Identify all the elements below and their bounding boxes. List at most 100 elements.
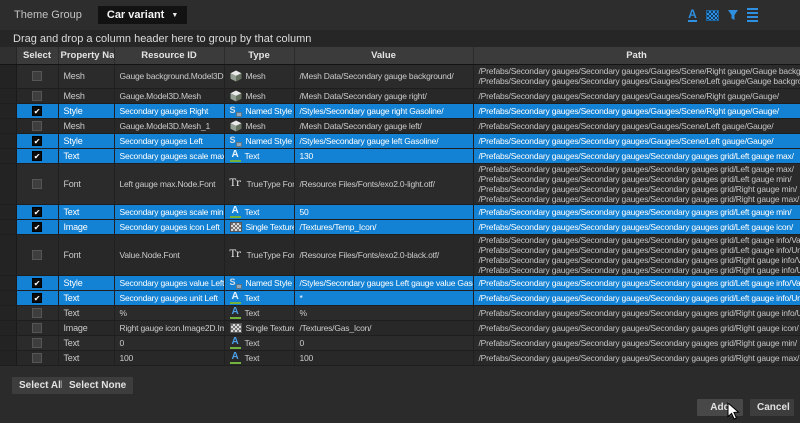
row-gutter	[0, 219, 16, 234]
value-cell: /Styles/Secondary gauges Left gauge valu…	[294, 275, 473, 290]
value-cell: /Resource Files/Fonts/exo2.0-light.otf/	[294, 163, 473, 204]
value-cell: /Mesh Data/Secondary gauge background/	[294, 64, 473, 88]
table-row[interactable]: FontLeft gauge max.Node.FontTrTrueType F…	[0, 163, 800, 204]
type-cell: SNamed Style	[224, 133, 294, 148]
select-cell	[16, 163, 58, 204]
row-checkbox[interactable]: ✔	[32, 293, 42, 303]
row-gutter	[0, 118, 16, 133]
table-row[interactable]: MeshGauge.Model3D.Mesh_1Mesh/Mesh Data/S…	[0, 118, 800, 133]
row-checkbox[interactable]: ✔	[32, 136, 42, 146]
type-cell: Mesh	[224, 118, 294, 133]
path-cell: /Prefabs/Secondary gauges/Secondary gaug…	[473, 335, 800, 350]
row-checkbox[interactable]	[32, 179, 42, 189]
value-cell: 50	[294, 204, 473, 219]
mesh-icon	[230, 120, 242, 132]
select-none-button[interactable]: Select None	[62, 377, 133, 394]
row-gutter	[0, 64, 16, 88]
select-cell	[16, 234, 58, 275]
toolbar-icons: A	[685, 8, 760, 22]
row-checkbox[interactable]: ✔	[32, 278, 42, 288]
table-row[interactable]: ✔ImageSecondary gauges icon LeftSingle T…	[0, 219, 800, 234]
path-cell: /Prefabs/Secondary gauges/Secondary gaug…	[473, 234, 800, 275]
resource-id-cell: Secondary gauges Right	[114, 103, 224, 118]
column-header-path[interactable]: Path	[473, 47, 800, 64]
row-checkbox[interactable]: ✔	[32, 222, 42, 232]
resource-id-cell: Gauge.Model3D.Mesh_1	[114, 118, 224, 133]
value-cell: 100	[294, 350, 473, 365]
path-cell: /Prefabs/Secondary gauges/Secondary gaug…	[473, 163, 800, 204]
property-name-cell: Text	[58, 335, 114, 350]
property-name-cell: Image	[58, 320, 114, 335]
column-header-type[interactable]: Type	[224, 47, 294, 64]
table-row[interactable]: ✔TextSecondary gauges scale min LeftATex…	[0, 204, 800, 219]
path-cell: /Prefabs/Secondary gauges/Secondary gaug…	[473, 64, 800, 88]
column-header-property-name[interactable]: Property Name	[58, 47, 114, 64]
resource-id-cell: 0	[114, 335, 224, 350]
select-cell: ✔	[16, 148, 58, 163]
row-checkbox[interactable]	[32, 71, 42, 81]
table-row[interactable]: ✔TextSecondary gauges unit LeftAText*/Pr…	[0, 290, 800, 305]
single-texture-icon	[230, 323, 242, 333]
group-by-bar[interactable]: Drag and drop a column header here to gr…	[0, 30, 800, 47]
row-gutter	[0, 204, 16, 219]
table-row[interactable]: ✔TextSecondary gauges scale max LeftATex…	[0, 148, 800, 163]
value-cell: /Textures/Gas_Icon/	[294, 320, 473, 335]
property-name-cell: Mesh	[58, 88, 114, 103]
row-checkbox[interactable]	[32, 250, 42, 260]
select-cell	[16, 335, 58, 350]
row-checkbox[interactable]	[32, 91, 42, 101]
resource-id-cell: 100	[114, 350, 224, 365]
row-gutter	[0, 163, 16, 204]
table-row[interactable]: ✔StyleSecondary gauges LeftSNamed Style/…	[0, 133, 800, 148]
path-cell: /Prefabs/Secondary gauges/Secondary gaug…	[473, 305, 800, 320]
row-checkbox[interactable]: ✔	[32, 151, 42, 161]
table-row[interactable]: MeshGauge background.Model3D.MeshMesh/Me…	[0, 64, 800, 88]
column-header-select[interactable]: Select	[16, 47, 58, 64]
row-checkbox[interactable]	[32, 353, 42, 363]
type-cell: TrTrueType Font	[224, 234, 294, 275]
row-checkbox[interactable]	[32, 121, 42, 131]
value-cell: /Resource Files/Fonts/exo2.0-black.otf/	[294, 234, 473, 275]
value-cell: 0	[294, 335, 473, 350]
cancel-button[interactable]: Cancel	[750, 399, 794, 416]
table-row[interactable]: ✔StyleSecondary gauges RightSNamed Style…	[0, 103, 800, 118]
table-row[interactable]: FontValue.Node.FontTrTrueType Font/Resou…	[0, 234, 800, 275]
table-row[interactable]: MeshGauge.Model3D.MeshMesh/Mesh Data/Sec…	[0, 88, 800, 103]
table-row[interactable]: Text0AText0/Prefabs/Secondary gauges/Sec…	[0, 335, 800, 350]
font-tool-icon[interactable]: A	[685, 8, 700, 22]
property-name-cell: Style	[58, 275, 114, 290]
text-icon: A	[230, 307, 241, 319]
row-checkbox[interactable]	[32, 308, 42, 318]
path-cell: /Prefabs/Secondary gauges/Secondary gaug…	[473, 148, 800, 163]
table-row[interactable]: ImageRight gauge icon.Image2D.ImageSingl…	[0, 320, 800, 335]
row-checkbox[interactable]: ✔	[32, 207, 42, 217]
table-row[interactable]: ✔StyleSecondary gauges value LeftSNamed …	[0, 275, 800, 290]
select-cell: ✔	[16, 133, 58, 148]
row-gutter	[0, 350, 16, 365]
texture-tool-icon[interactable]	[705, 8, 720, 22]
column-header-value[interactable]: Value	[294, 47, 473, 64]
filter-tool-icon[interactable]	[725, 8, 740, 22]
mapping-table: SelectProperty NameResource IDTypeValueP…	[0, 47, 800, 366]
table-header-row: SelectProperty NameResource IDTypeValueP…	[0, 47, 800, 64]
row-gutter	[0, 305, 16, 320]
resource-id-cell: Secondary gauges value Left	[114, 275, 224, 290]
property-name-cell: Text	[58, 350, 114, 365]
named-style-icon: S	[230, 277, 242, 289]
column-header-resource-id[interactable]: Resource ID	[114, 47, 224, 64]
select-cell: ✔	[16, 290, 58, 305]
row-checkbox[interactable]	[32, 323, 42, 333]
resource-id-cell: Value.Node.Font	[114, 234, 224, 275]
row-checkbox[interactable]	[32, 338, 42, 348]
type-cell: AText	[224, 335, 294, 350]
row-checkbox[interactable]: ✔	[32, 106, 42, 116]
row-gutter	[0, 335, 16, 350]
table-row[interactable]: Text100AText100/Prefabs/Secondary gauges…	[0, 350, 800, 365]
select-cell	[16, 350, 58, 365]
row-gutter	[0, 148, 16, 163]
list-tool-icon[interactable]	[745, 8, 760, 22]
theme-group-dropdown[interactable]: Car variant ▼	[98, 6, 187, 24]
table-row[interactable]: Text%AText%/Prefabs/Secondary gauges/Sec…	[0, 305, 800, 320]
gutter-header	[0, 47, 16, 64]
path-cell: /Prefabs/Secondary gauges/Secondary gaug…	[473, 103, 800, 118]
